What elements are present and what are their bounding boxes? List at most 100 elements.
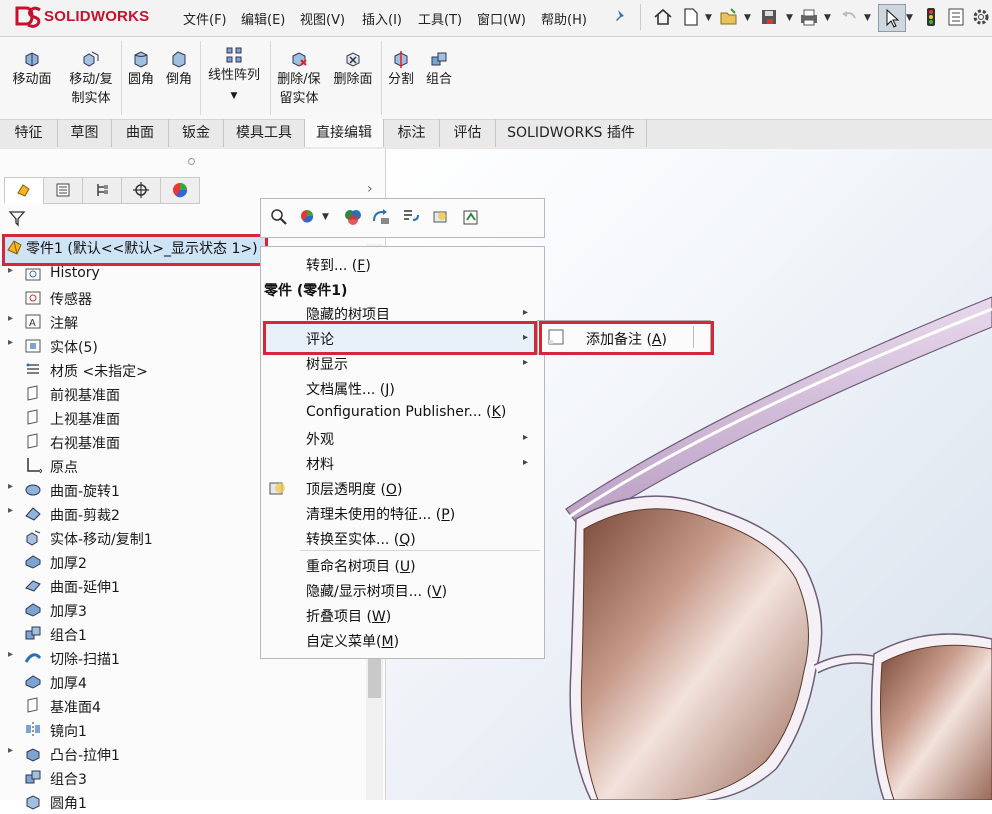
menu-item-top-transparency[interactable]: 顶层透明度 (O) [306,479,402,499]
combine-button[interactable]: 组合 [422,49,456,89]
tree-item[interactable]: 基准面4 [0,694,370,718]
export-icon[interactable] [460,206,482,228]
tab-direct-editing[interactable]: 直接编辑 [305,119,384,147]
combine-icon [24,768,42,786]
menu-edit[interactable]: 编辑(E) [241,9,285,28]
gear-icon[interactable] [970,6,992,28]
split-button[interactable]: 分割 [384,49,418,89]
menu-insert[interactable]: 插入(I) [362,9,402,28]
expand-arrow-icon[interactable]: ▸ [8,313,13,324]
menu-file[interactable]: 文件(F) [183,9,227,28]
menu-item-configuration-publisher[interactable]: Configuration Publisher... (K) [306,404,506,420]
chamfer-button[interactable]: 倒角 [162,49,196,89]
zoom-to-selection-icon[interactable] [268,206,290,228]
rebuild-colors-icon[interactable] [342,206,364,228]
delete-keep-body-button[interactable]: 删除/保 留实体 [272,49,326,108]
tab-feature-manager[interactable] [4,177,44,204]
display-pane-icon[interactable] [430,206,452,228]
menu-view[interactable]: 视图(V) [300,9,345,28]
tab-solidworks-addins[interactable]: SOLIDWORKS 插件 [496,119,647,147]
expand-arrow-icon[interactable]: ▸ [8,505,13,516]
plane-icon [24,408,42,426]
new-icon[interactable] [680,6,702,28]
tree-item[interactable]: 加厚4 [0,670,370,694]
tree-item-label: 镜向1 [50,724,87,740]
tab-surfaces[interactable]: 曲面 [112,119,169,147]
rollback-icon[interactable] [400,206,422,228]
menu-item-hide-show-tree-items[interactable]: 隐藏/显示树项目... (V) [306,581,447,601]
open-icon[interactable] [718,6,740,28]
appearance-icon[interactable] [298,206,320,228]
chevron-down-icon[interactable]: ▼ [705,13,712,23]
menu-tools[interactable]: 工具(T) [418,9,462,28]
menu-item-hidden-tree-items[interactable]: 隐藏的树项目 [306,304,390,324]
reorder-icon[interactable] [370,206,392,228]
menu-item-customize-menu[interactable]: 自定义菜单(M) [306,631,399,651]
menu-window[interactable]: 窗口(W) [477,9,526,28]
thicken-icon [24,552,42,570]
expand-arrow-icon[interactable]: ▸ [8,265,13,276]
tab-mold-tools[interactable]: 模具工具 [224,119,305,147]
dimxpert-icon [133,182,149,198]
transparency-icon [268,479,288,499]
tab-sheet-metal[interactable]: 钣金 [169,119,224,147]
chevron-down-icon[interactable]: ▼ [864,13,871,23]
tab-dimxpert-manager[interactable] [121,177,161,204]
select-button[interactable] [878,4,906,32]
menu-item-comment[interactable]: 评论 [306,329,334,349]
chevron-down-icon[interactable]: ▼ [322,212,329,222]
svg-text:A: A [29,318,36,329]
tree-root-label: 零件1 (默认<<默认>_显示状态 1>) [26,241,258,257]
menu-item-add-note[interactable]: 添加备注 (A) [586,329,667,349]
plane-icon [24,432,42,450]
fillet-button[interactable]: 圆角 [125,49,157,89]
menu-item-collapse-items[interactable]: 折叠项目 (W) [306,606,391,626]
tab-markup[interactable]: 标注 [384,119,440,147]
menu-item-clean-unused[interactable]: 清理未使用的特征... (P) [306,504,455,524]
linear-pattern-button[interactable]: 线性阵列 ▼ [203,45,265,106]
save-icon[interactable] [758,6,780,28]
options-list-icon[interactable] [945,6,967,28]
tab-configuration-manager[interactable] [82,177,122,204]
expand-arrow-icon[interactable]: ▸ [8,745,13,756]
chevron-down-icon[interactable]: ▼ [906,13,913,23]
expand-arrow-icon[interactable]: ▸ [8,649,13,660]
tab-sketch[interactable]: 草图 [58,119,112,147]
undo-icon[interactable] [838,6,860,28]
material-icon [24,360,42,378]
tree-item[interactable]: 组合3 [0,766,370,790]
chevron-down-icon[interactable]: ▼ [824,13,831,23]
panel-grip-handle[interactable] [188,158,195,165]
menu-item-document-properties[interactable]: 文档属性... (J) [306,379,395,399]
filter-icon[interactable] [8,209,26,227]
print-icon[interactable] [798,6,820,28]
menu-item-goto[interactable]: 转到... (F) [306,255,371,275]
tree-item[interactable]: 圆角1 [0,790,370,814]
menu-item-convert-to-solid[interactable]: 转换至实体... (Q) [306,529,416,549]
panel-expand-arrow[interactable]: › [367,181,373,197]
tree-item[interactable]: ▸ 凸台-拉伸1 [0,742,370,766]
tab-features[interactable]: 特征 [0,119,58,147]
expand-arrow-icon[interactable]: ▸ [8,337,13,348]
menu-item-rename-tree-item[interactable]: 重命名树项目 (U) [306,556,416,576]
menu-help[interactable]: 帮助(H) [541,9,587,28]
menu-item-appearance[interactable]: 外观 [306,429,334,449]
tree-item[interactable]: 镜向1 [0,718,370,742]
tab-display-manager[interactable] [160,177,200,204]
tab-property-manager[interactable] [43,177,83,204]
chevron-down-icon[interactable]: ▼ [231,91,238,101]
chevron-down-icon[interactable]: ▼ [744,13,751,23]
menu-item-tree-display[interactable]: 树显示 [306,354,348,374]
move-face-button[interactable]: 移动面 [8,49,56,89]
delete-face-button[interactable]: 删除面 [330,49,376,89]
rebuild-icon[interactable] [920,6,942,28]
home-icon[interactable] [652,6,674,28]
move-copy-body-button[interactable]: 移动/复 制实体 [64,49,118,108]
submenu-divider [693,326,694,348]
pin-icon[interactable] [610,6,632,28]
menu-item-material[interactable]: 材料 [306,454,334,474]
tab-evaluate[interactable]: 评估 [440,119,496,147]
select-icon [886,8,900,28]
expand-arrow-icon[interactable]: ▸ [8,481,13,492]
chevron-down-icon[interactable]: ▼ [786,13,793,23]
